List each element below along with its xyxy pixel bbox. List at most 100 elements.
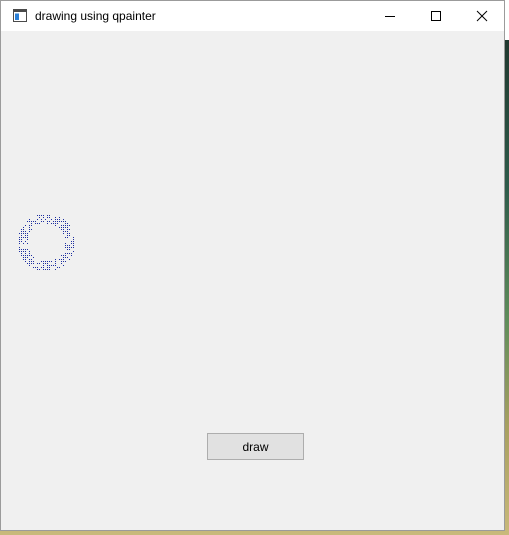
painted-dot	[23, 255, 24, 256]
painted-dot	[59, 259, 60, 260]
painted-dot	[67, 231, 68, 232]
painted-dot	[63, 221, 64, 222]
painted-dot	[53, 223, 54, 224]
painted-dot	[23, 257, 24, 258]
window-title: drawing using qpainter	[35, 9, 156, 23]
painted-dot	[65, 253, 66, 254]
painted-dot	[25, 237, 26, 238]
painted-dot	[19, 241, 20, 242]
painted-dot	[21, 229, 22, 230]
painted-dot	[69, 253, 70, 254]
painted-dot	[65, 261, 66, 262]
painted-dot	[27, 257, 28, 258]
painted-dot	[19, 233, 20, 234]
painted-dot	[27, 255, 28, 256]
painted-dot	[43, 221, 44, 222]
painted-dot	[25, 251, 26, 252]
painted-dot	[27, 243, 28, 244]
painted-dot	[57, 223, 58, 224]
painted-dot	[65, 257, 66, 258]
painted-dot	[43, 263, 44, 264]
painted-dot	[49, 221, 50, 222]
close-icon	[476, 10, 488, 22]
painted-dot	[37, 215, 38, 216]
painted-dot	[41, 267, 42, 268]
painted-dot	[33, 257, 34, 258]
painted-dot	[23, 249, 24, 250]
painted-dot	[31, 259, 32, 260]
painted-dot	[69, 229, 70, 230]
painted-dot	[37, 267, 38, 268]
painted-dot	[29, 265, 30, 266]
painted-dot	[61, 229, 62, 230]
painted-dot	[29, 219, 30, 220]
minimize-button[interactable]	[367, 1, 413, 31]
painted-dot	[21, 253, 22, 254]
title-bar[interactable]: drawing using qpainter	[1, 1, 504, 31]
painted-dot	[67, 237, 68, 238]
painted-dot	[25, 249, 26, 250]
painted-dot	[69, 235, 70, 236]
painted-dot	[45, 261, 46, 262]
painted-dot	[33, 221, 34, 222]
draw-button[interactable]: draw	[207, 433, 304, 460]
painted-dot	[51, 219, 52, 220]
painted-dot	[19, 251, 20, 252]
painted-dot	[43, 215, 44, 216]
painted-dot	[23, 231, 24, 232]
painted-dot	[59, 217, 60, 218]
painted-dot	[27, 239, 28, 240]
painted-dot	[55, 259, 56, 260]
painted-dot	[31, 255, 32, 256]
painted-dot	[25, 255, 26, 256]
painted-dot	[21, 241, 22, 242]
painted-dot	[35, 221, 36, 222]
maximize-button[interactable]	[413, 1, 459, 31]
painted-dot	[69, 225, 70, 226]
painted-dot	[69, 247, 70, 248]
painted-dot	[65, 245, 66, 246]
painted-dot	[19, 243, 20, 244]
painted-dot	[25, 241, 26, 242]
painted-dot	[63, 259, 64, 260]
painted-dot	[31, 261, 32, 262]
painted-dot	[23, 237, 24, 238]
close-button[interactable]	[459, 1, 505, 31]
painted-dot	[55, 221, 56, 222]
painted-dot	[61, 221, 62, 222]
painted-dot	[39, 217, 40, 218]
painted-dot	[23, 227, 24, 228]
painted-dot	[65, 231, 66, 232]
painted-dot	[63, 265, 64, 266]
painted-dot	[25, 261, 26, 262]
painted-dot	[73, 237, 74, 238]
painted-dot	[73, 247, 74, 248]
painted-dot	[47, 221, 48, 222]
app-window: drawing using qpainter draw	[0, 0, 505, 531]
painted-dot	[65, 247, 66, 248]
painted-dot	[27, 237, 28, 238]
painted-dot	[55, 219, 56, 220]
maximize-icon	[431, 11, 441, 21]
painted-dot	[63, 219, 64, 220]
painted-dot	[29, 225, 30, 226]
painted-dot	[41, 221, 42, 222]
painted-dot	[19, 247, 20, 248]
painted-dot	[47, 265, 48, 266]
painted-dot	[47, 215, 48, 216]
painted-dot	[43, 265, 44, 266]
painted-dot	[31, 229, 32, 230]
painted-dot	[63, 255, 64, 256]
painted-dot	[67, 253, 68, 254]
painted-dot	[19, 249, 20, 250]
painted-dot	[69, 245, 70, 246]
painted-dot	[41, 219, 42, 220]
painted-dot	[65, 221, 66, 222]
painted-dot	[41, 261, 42, 262]
minimize-icon	[385, 16, 395, 17]
painted-dot-ring	[19, 215, 74, 270]
painted-dot	[25, 253, 26, 254]
painted-dot	[61, 261, 62, 262]
painted-dot	[47, 263, 48, 264]
painted-dot	[61, 255, 62, 256]
